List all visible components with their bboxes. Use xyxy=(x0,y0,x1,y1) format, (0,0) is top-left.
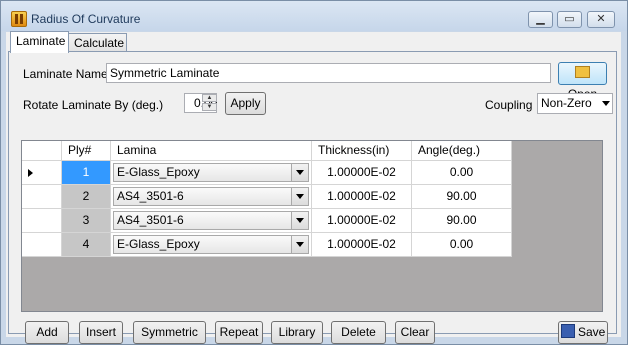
lamina-cell[interactable]: AS4_3501-6 xyxy=(111,185,312,209)
folder-icon xyxy=(575,66,590,78)
app-icon xyxy=(11,11,27,27)
close-icon: ✕ xyxy=(596,13,606,25)
lamina-value: E-Glass_Epoxy xyxy=(117,165,200,179)
floppy-disk-icon xyxy=(560,324,575,338)
row-header-corner xyxy=(22,141,62,161)
thickness-cell[interactable]: 1.00000E-02 xyxy=(312,185,412,209)
down-arrow-icon: ▼ xyxy=(206,104,213,110)
rotate-label: Rotate Laminate By (deg.) xyxy=(23,98,164,112)
maximize-icon: ▭ xyxy=(564,13,575,25)
column-header-angle[interactable]: Angle(deg.) xyxy=(412,141,512,161)
ply-cell[interactable]: 3 xyxy=(62,209,111,233)
plies-grid: Ply# Lamina Thickness(in) Angle(deg.) 1 … xyxy=(21,140,603,312)
angle-cell[interactable]: 0.00 xyxy=(412,233,512,257)
delete-button[interactable]: Delete xyxy=(331,321,386,344)
chevron-down-icon[interactable] xyxy=(291,212,308,229)
laminate-tab-page: Laminate Name: Symmetric Laminate Open R… xyxy=(8,51,617,344)
apply-button[interactable]: Apply xyxy=(225,92,266,115)
chevron-down-icon xyxy=(602,101,610,106)
lamina-value: E-Glass_Epoxy xyxy=(117,237,200,251)
lamina-combo[interactable]: AS4_3501-6 xyxy=(113,211,309,230)
thickness-cell[interactable]: 1.00000E-02 xyxy=(312,233,412,257)
row-header[interactable] xyxy=(22,209,62,233)
minimize-icon: ▁ xyxy=(536,13,545,25)
lamina-cell[interactable]: E-Glass_Epoxy xyxy=(111,233,312,257)
title-bar: Radius Of Curvature ▁ ▭ ✕ xyxy=(1,1,627,31)
thickness-cell[interactable]: 1.00000E-02 xyxy=(312,161,412,185)
row-header[interactable] xyxy=(22,185,62,209)
add-button[interactable]: Add xyxy=(25,321,69,344)
repeat-button[interactable]: Repeat xyxy=(215,321,263,344)
laminate-name-input[interactable]: Symmetric Laminate xyxy=(106,63,551,83)
chevron-down-icon[interactable] xyxy=(291,236,308,253)
ply-cell[interactable]: 4 xyxy=(62,233,111,257)
angle-cell[interactable]: 90.00 xyxy=(412,209,512,233)
coupling-select[interactable]: Non-Zero xyxy=(537,93,613,114)
row-header[interactable] xyxy=(22,233,62,257)
ply-cell[interactable]: 1 xyxy=(62,161,111,185)
ply-cell[interactable]: 2 xyxy=(62,185,111,209)
thickness-cell[interactable]: 1.00000E-02 xyxy=(312,209,412,233)
coupling-value: Non-Zero xyxy=(541,96,592,110)
lamina-combo[interactable]: E-Glass_Epoxy xyxy=(113,163,309,182)
spin-down-button[interactable]: ▼ xyxy=(202,103,217,111)
lamina-combo[interactable]: E-Glass_Epoxy xyxy=(113,235,309,254)
up-arrow-icon: ▲ xyxy=(206,95,213,101)
column-header-lamina[interactable]: Lamina xyxy=(111,141,312,161)
window: Radius Of Curvature ▁ ▭ ✕ Laminate Calcu… xyxy=(0,0,628,345)
row-header[interactable] xyxy=(22,161,62,185)
clear-button[interactable]: Clear xyxy=(395,321,435,344)
window-title: Radius Of Curvature xyxy=(31,12,141,26)
save-button[interactable]: Save xyxy=(558,321,608,344)
coupling-label: Coupling xyxy=(485,98,533,112)
tab-laminate[interactable]: Laminate xyxy=(10,31,69,53)
lamina-cell[interactable]: E-Glass_Epoxy xyxy=(111,161,312,185)
laminate-name-label: Laminate Name: xyxy=(23,67,112,81)
lamina-cell[interactable]: AS4_3501-6 xyxy=(111,209,312,233)
lamina-combo[interactable]: AS4_3501-6 xyxy=(113,187,309,206)
tab-calculate[interactable]: Calculate xyxy=(68,33,127,53)
open-button[interactable]: Open xyxy=(558,62,607,101)
library-button[interactable]: Library xyxy=(271,321,323,344)
angle-cell[interactable]: 0.00 xyxy=(412,161,512,185)
current-row-icon xyxy=(28,169,33,177)
close-button[interactable]: ✕ xyxy=(587,11,615,28)
lamina-value: AS4_3501-6 xyxy=(117,213,184,227)
chevron-down-icon[interactable] xyxy=(291,188,308,205)
save-button-label: Save xyxy=(577,325,606,339)
lamina-value: AS4_3501-6 xyxy=(117,189,184,203)
angle-cell[interactable]: 90.00 xyxy=(412,185,512,209)
symmetric-button[interactable]: Symmetric xyxy=(133,321,206,344)
spin-up-button[interactable]: ▲ xyxy=(202,94,217,102)
client-area: Laminate Calculate Laminate Name: Symmet… xyxy=(6,31,621,344)
column-header-ply[interactable]: Ply# xyxy=(62,141,111,161)
maximize-button[interactable]: ▭ xyxy=(557,11,582,28)
insert-button[interactable]: Insert xyxy=(79,321,123,344)
column-header-thickness[interactable]: Thickness(in) xyxy=(312,141,412,161)
minimize-button[interactable]: ▁ xyxy=(528,11,553,28)
chevron-down-icon[interactable] xyxy=(291,164,308,181)
